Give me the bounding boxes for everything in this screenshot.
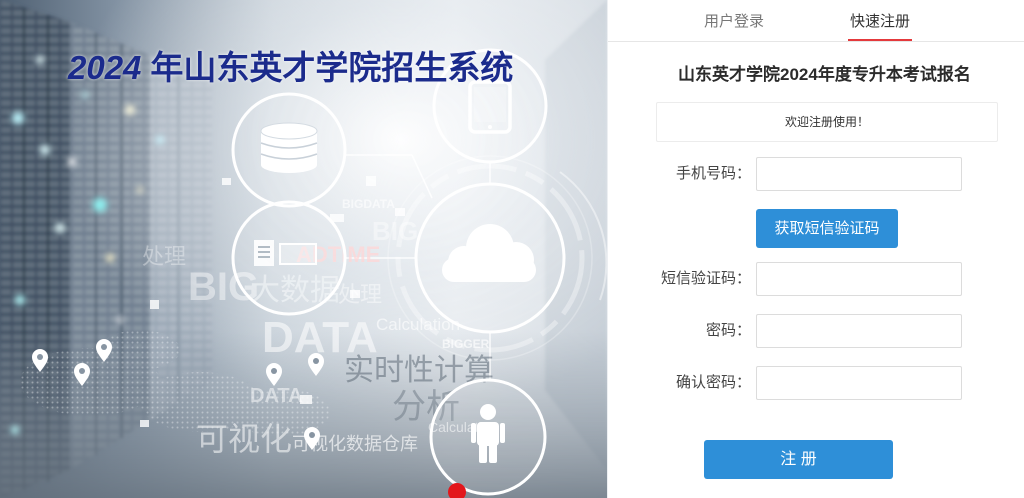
bg-word: 处理 <box>338 282 382 307</box>
banner-title: 2024 年山东英才学院招生系统 <box>68 47 513 89</box>
bg-word: 可视化 <box>196 421 292 457</box>
password-input[interactable] <box>756 314 962 348</box>
bg-word: DATA <box>250 385 303 407</box>
get-sms-code-button[interactable]: 获取短信验证码 <box>756 209 898 248</box>
register-panel: 用户登录 快速注册 山东英才学院2024年度专升本考试报名 欢迎注册使用！ 手机… <box>607 0 1024 498</box>
banner-title-text: 年山东英才学院招生系统 <box>150 49 514 86</box>
sms-code-input[interactable] <box>756 262 962 296</box>
password-row: 密码： <box>608 314 1024 348</box>
bg-word: BIG <box>372 216 418 246</box>
password-label: 密码： <box>705 322 751 339</box>
bg-word: BIGDATA <box>342 197 395 211</box>
confirm-password-input[interactable] <box>756 366 962 400</box>
bg-word: BIGGER <box>442 337 490 351</box>
confirm-password-label: 确认密码： <box>675 374 751 391</box>
phone-row: 手机号码： <box>608 157 1024 191</box>
register-submit-button[interactable]: 注 册 <box>704 440 893 479</box>
document-icon <box>254 240 317 266</box>
tab-user-login[interactable]: 用户登录 <box>703 10 765 34</box>
form-title: 山东英才学院2024年度专升本考试报名 <box>678 65 971 84</box>
phone-label: 手机号码： <box>675 165 751 182</box>
database-icon <box>260 122 318 173</box>
sms-code-row: 短信验证码： <box>608 262 1024 296</box>
confirm-password-row: 确认密码： <box>608 366 1024 400</box>
tab-quick-register[interactable]: 快速注册 <box>847 10 913 41</box>
banner-title-year: 2024 <box>68 49 142 86</box>
bg-word: 处理 <box>142 244 186 269</box>
welcome-notice: 欢迎注册使用！ <box>656 102 998 142</box>
banner: BIG 大数据 处理 ADTIME BIG DATA Calculation B… <box>0 0 607 498</box>
tabs-divider <box>608 41 1024 42</box>
phone-input[interactable] <box>756 157 962 191</box>
sms-code-label: 短信验证码： <box>660 270 751 287</box>
